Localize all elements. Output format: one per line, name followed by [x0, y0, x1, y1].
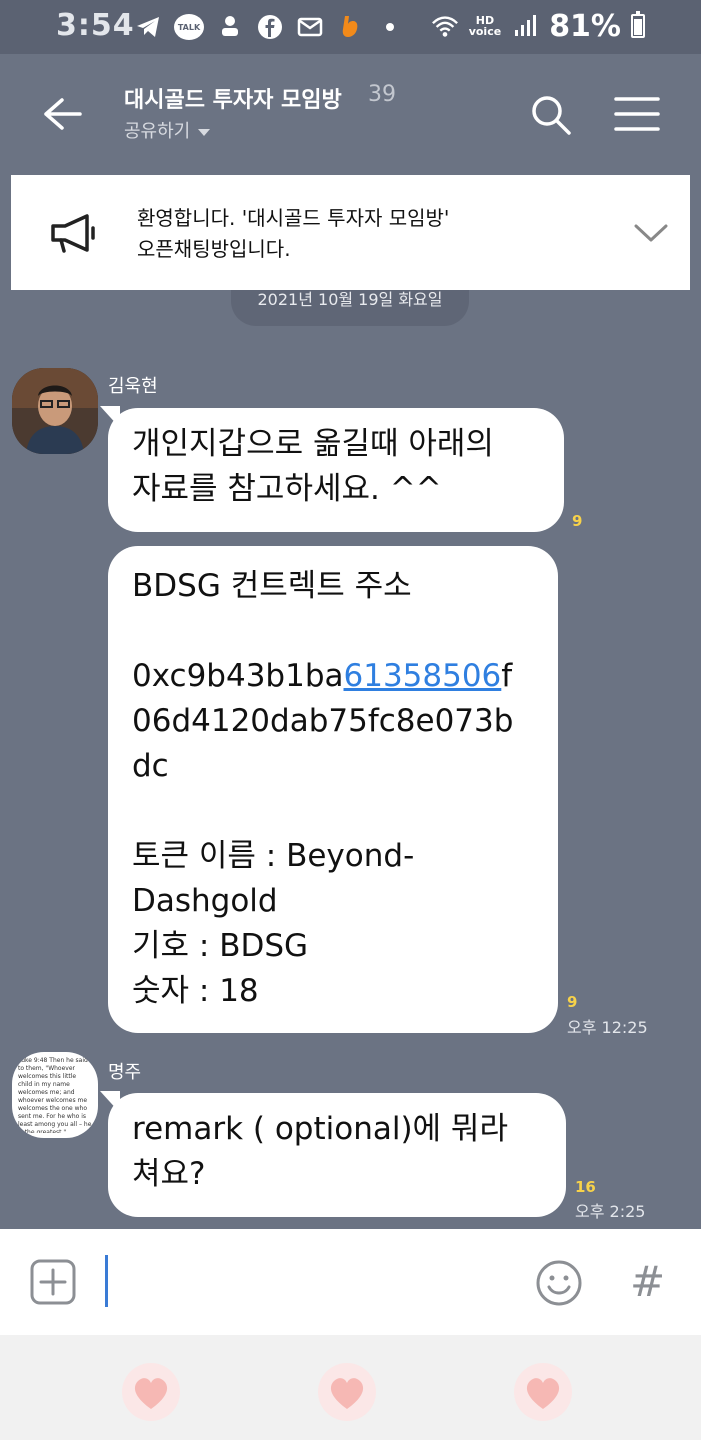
message-line: Dashgold [132, 883, 278, 919]
message-bubble[interactable]: 개인지갑으로 옮길때 아래의 자료를 참고하세요. ^^ [100, 406, 564, 532]
unread-count: 9 [572, 512, 583, 530]
heart-sticker-icon[interactable] [316, 1361, 378, 1423]
share-label: 공유하기 [124, 121, 191, 142]
message-input-bar: # [0, 1229, 701, 1335]
message-line: 쳐요? [132, 1156, 206, 1192]
message-line: 토큰 이름 : Beyond- [132, 838, 415, 874]
add-attachment-icon[interactable] [30, 1259, 76, 1305]
heart-sticker-icon[interactable] [512, 1361, 574, 1423]
unread-count: 9 [567, 993, 578, 1011]
address-phone-link[interactable]: 61358506 [344, 658, 502, 694]
notice-banner[interactable]: 환영합니다. '대시골드 투자자 모임방' 오픈채팅방입니다. [11, 175, 690, 290]
share-dropdown[interactable]: 공유하기 [124, 117, 211, 143]
message-bubble[interactable]: BDSG 컨트렉트 주소 0xc9b43b1ba61358506f 06d412… [108, 546, 558, 1033]
heart-sticker-icon[interactable] [120, 1361, 182, 1423]
message-line: remark ( optional)에 뭐라 [132, 1111, 508, 1147]
battery-icon [631, 11, 645, 38]
hashtag-icon[interactable]: # [630, 1259, 665, 1305]
message-input-field[interactable] [105, 1255, 108, 1307]
more-notifications-dot [386, 23, 394, 31]
menu-icon[interactable] [614, 96, 660, 132]
back-arrow-icon[interactable] [40, 94, 84, 134]
bank-app-icon [342, 16, 358, 37]
dropdown-arrow-icon [198, 128, 211, 136]
facebook-icon [258, 15, 282, 39]
message-line: BDSG 컨트렉트 주소 [132, 568, 412, 604]
telegram-icon [137, 17, 159, 37]
message-line: 개인지갑으로 옮길때 아래의 [132, 426, 494, 462]
address-text: 0xc9b43b1ba [132, 658, 344, 694]
chevron-down-icon[interactable] [633, 221, 669, 245]
message-time: 오후 2:25 [575, 1202, 646, 1221]
megaphone-icon [51, 214, 95, 253]
sender-name: 김욱현 [108, 376, 158, 397]
chat-header: 대시골드 투자자 모임방 39 공유하기 [0, 54, 701, 176]
message-line: 자료를 참고하세요. ^^ [132, 471, 442, 507]
message-bubble[interactable]: remark ( optional)에 뭐라 쳐요? [100, 1091, 566, 1217]
address-text: dc [132, 748, 169, 784]
app-notification-icon [222, 16, 238, 36]
signal-icon [515, 15, 537, 36]
avatar-verse-text: Luke 9:48 Then he said to them, "Whoever… [18, 1057, 92, 1133]
battery-percent: 81% [549, 8, 621, 44]
chat-title[interactable]: 대시골드 투자자 모임방 [124, 82, 342, 114]
hd-voice-icon: HD voice [468, 14, 502, 38]
sender-name: 명주 [108, 1062, 142, 1083]
kakaotalk-icon: TALK [174, 14, 204, 40]
wifi-icon [431, 16, 458, 37]
message-line: 숫자 : 18 [132, 973, 259, 1009]
contract-address: 0xc9b43b1ba61358506f [132, 654, 534, 699]
unread-count: 16 [575, 1178, 596, 1196]
notice-line-1: 환영합니다. '대시골드 투자자 모임방' [137, 206, 450, 230]
status-time: 3:54 [56, 8, 135, 43]
search-icon[interactable] [530, 94, 572, 136]
address-text: 06d4120dab75fc8e073b [132, 703, 514, 739]
address-text: f [501, 658, 513, 694]
message-line: 기호 : BDSG [132, 928, 309, 964]
member-count: 39 [368, 82, 396, 107]
notice-line-2: 오픈채팅방입니다. [137, 237, 291, 261]
person-photo-icon [12, 368, 98, 454]
mail-icon [297, 17, 323, 37]
message-time: 오후 12:25 [567, 1018, 648, 1037]
sticker-bar [0, 1335, 701, 1440]
status-bar: 3:54 TALK HD voice 81% [0, 0, 701, 54]
emoji-icon[interactable] [535, 1259, 583, 1307]
avatar[interactable] [12, 368, 98, 454]
avatar[interactable]: Luke 9:48 Then he said to them, "Whoever… [12, 1052, 98, 1138]
